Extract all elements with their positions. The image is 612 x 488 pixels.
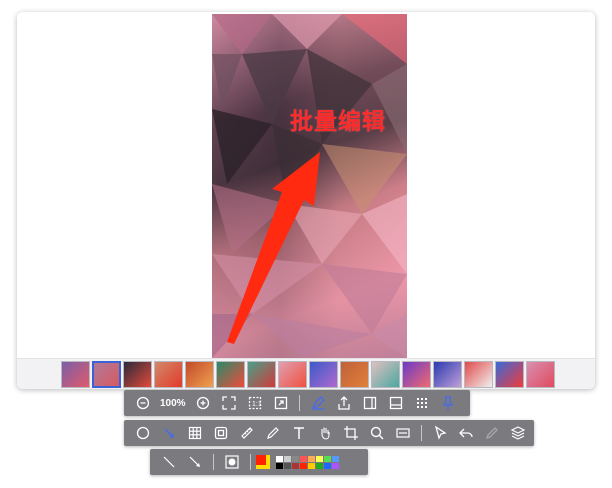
mosaic-icon[interactable] bbox=[184, 422, 206, 444]
palette-swatch[interactable] bbox=[332, 462, 339, 469]
palette-swatch[interactable] bbox=[292, 455, 299, 462]
thumbnail[interactable] bbox=[371, 361, 400, 388]
palette-swatch[interactable] bbox=[316, 462, 323, 469]
layers-icon[interactable] bbox=[507, 422, 529, 444]
stroke-size-icon[interactable] bbox=[221, 451, 243, 473]
current-color-swatch[interactable] bbox=[256, 455, 270, 469]
app-window: 批量编辑 bbox=[17, 12, 595, 389]
zoom-in-icon[interactable] bbox=[192, 392, 214, 414]
thumbnail[interactable] bbox=[154, 361, 183, 388]
export-frame-icon[interactable] bbox=[270, 392, 292, 414]
thumbnail[interactable] bbox=[309, 361, 338, 388]
palette-swatch[interactable] bbox=[284, 455, 291, 462]
thumbnail[interactable] bbox=[123, 361, 152, 388]
palette-swatch[interactable] bbox=[332, 455, 339, 462]
palette-swatch[interactable] bbox=[324, 462, 331, 469]
text-icon[interactable] bbox=[288, 422, 310, 444]
undo-icon[interactable] bbox=[455, 422, 477, 444]
palette-swatch[interactable] bbox=[324, 455, 331, 462]
separator bbox=[421, 425, 422, 441]
palette-swatch[interactable] bbox=[300, 462, 307, 469]
palette-swatch[interactable] bbox=[316, 455, 323, 462]
share-icon[interactable] bbox=[333, 392, 355, 414]
thumbnail[interactable] bbox=[216, 361, 245, 388]
palette-swatch[interactable] bbox=[276, 455, 283, 462]
separator bbox=[298, 395, 300, 411]
redo-icon[interactable] bbox=[481, 422, 503, 444]
color-palette bbox=[276, 455, 339, 469]
style-toolbar bbox=[150, 449, 368, 475]
zoom-level[interactable]: 100% bbox=[160, 398, 186, 409]
thumbnail[interactable] bbox=[402, 361, 431, 388]
palette-swatch[interactable] bbox=[284, 462, 291, 469]
thumbnail[interactable] bbox=[340, 361, 369, 388]
actual-size-icon[interactable]: 1:1 bbox=[244, 392, 266, 414]
palette-swatch[interactable] bbox=[276, 462, 283, 469]
separator bbox=[250, 454, 251, 470]
separator bbox=[213, 454, 214, 470]
thumbnail-selected[interactable] bbox=[92, 361, 121, 388]
arrow-annotation[interactable] bbox=[212, 14, 407, 358]
thumbnail[interactable] bbox=[464, 361, 493, 388]
thumbnail[interactable] bbox=[526, 361, 555, 388]
zoom-out-icon[interactable] bbox=[132, 392, 154, 414]
pencil-icon[interactable] bbox=[262, 422, 284, 444]
rectangle-icon[interactable] bbox=[210, 422, 232, 444]
palette-swatch[interactable] bbox=[292, 462, 299, 469]
pointer-icon[interactable] bbox=[429, 422, 451, 444]
thumbnail[interactable] bbox=[185, 361, 214, 388]
line-icon[interactable] bbox=[158, 451, 180, 473]
thumbnail[interactable] bbox=[247, 361, 276, 388]
panel-bottom-icon[interactable] bbox=[385, 392, 407, 414]
thumbnail[interactable] bbox=[495, 361, 524, 388]
grid-icon[interactable] bbox=[411, 392, 433, 414]
thumbnail-filmstrip bbox=[17, 358, 595, 389]
arrow-icon[interactable] bbox=[158, 422, 180, 444]
thumbnail[interactable] bbox=[61, 361, 90, 388]
thumbnail[interactable] bbox=[278, 361, 307, 388]
draw-toolbar bbox=[124, 420, 534, 446]
palette-swatch[interactable] bbox=[300, 455, 307, 462]
thumbnail[interactable] bbox=[433, 361, 462, 388]
arrow-line-icon[interactable] bbox=[184, 451, 206, 473]
ellipse-icon[interactable] bbox=[132, 422, 154, 444]
ruler-icon[interactable] bbox=[236, 422, 258, 444]
view-toolbar: 100% 1:1 bbox=[124, 390, 470, 416]
crop-icon[interactable] bbox=[340, 422, 362, 444]
edit-signature-icon[interactable] bbox=[307, 392, 329, 414]
image-canvas[interactable]: 批量编辑 bbox=[212, 14, 407, 358]
ocr-icon[interactable] bbox=[392, 422, 414, 444]
hand-icon[interactable] bbox=[314, 422, 336, 444]
fit-screen-icon[interactable] bbox=[218, 392, 240, 414]
svg-text:1:1: 1:1 bbox=[252, 401, 262, 408]
sidebar-icon[interactable] bbox=[359, 392, 381, 414]
pin-icon[interactable] bbox=[437, 392, 459, 414]
palette-swatch[interactable] bbox=[308, 455, 315, 462]
palette-swatch[interactable] bbox=[308, 462, 315, 469]
magnifier-icon[interactable] bbox=[366, 422, 388, 444]
